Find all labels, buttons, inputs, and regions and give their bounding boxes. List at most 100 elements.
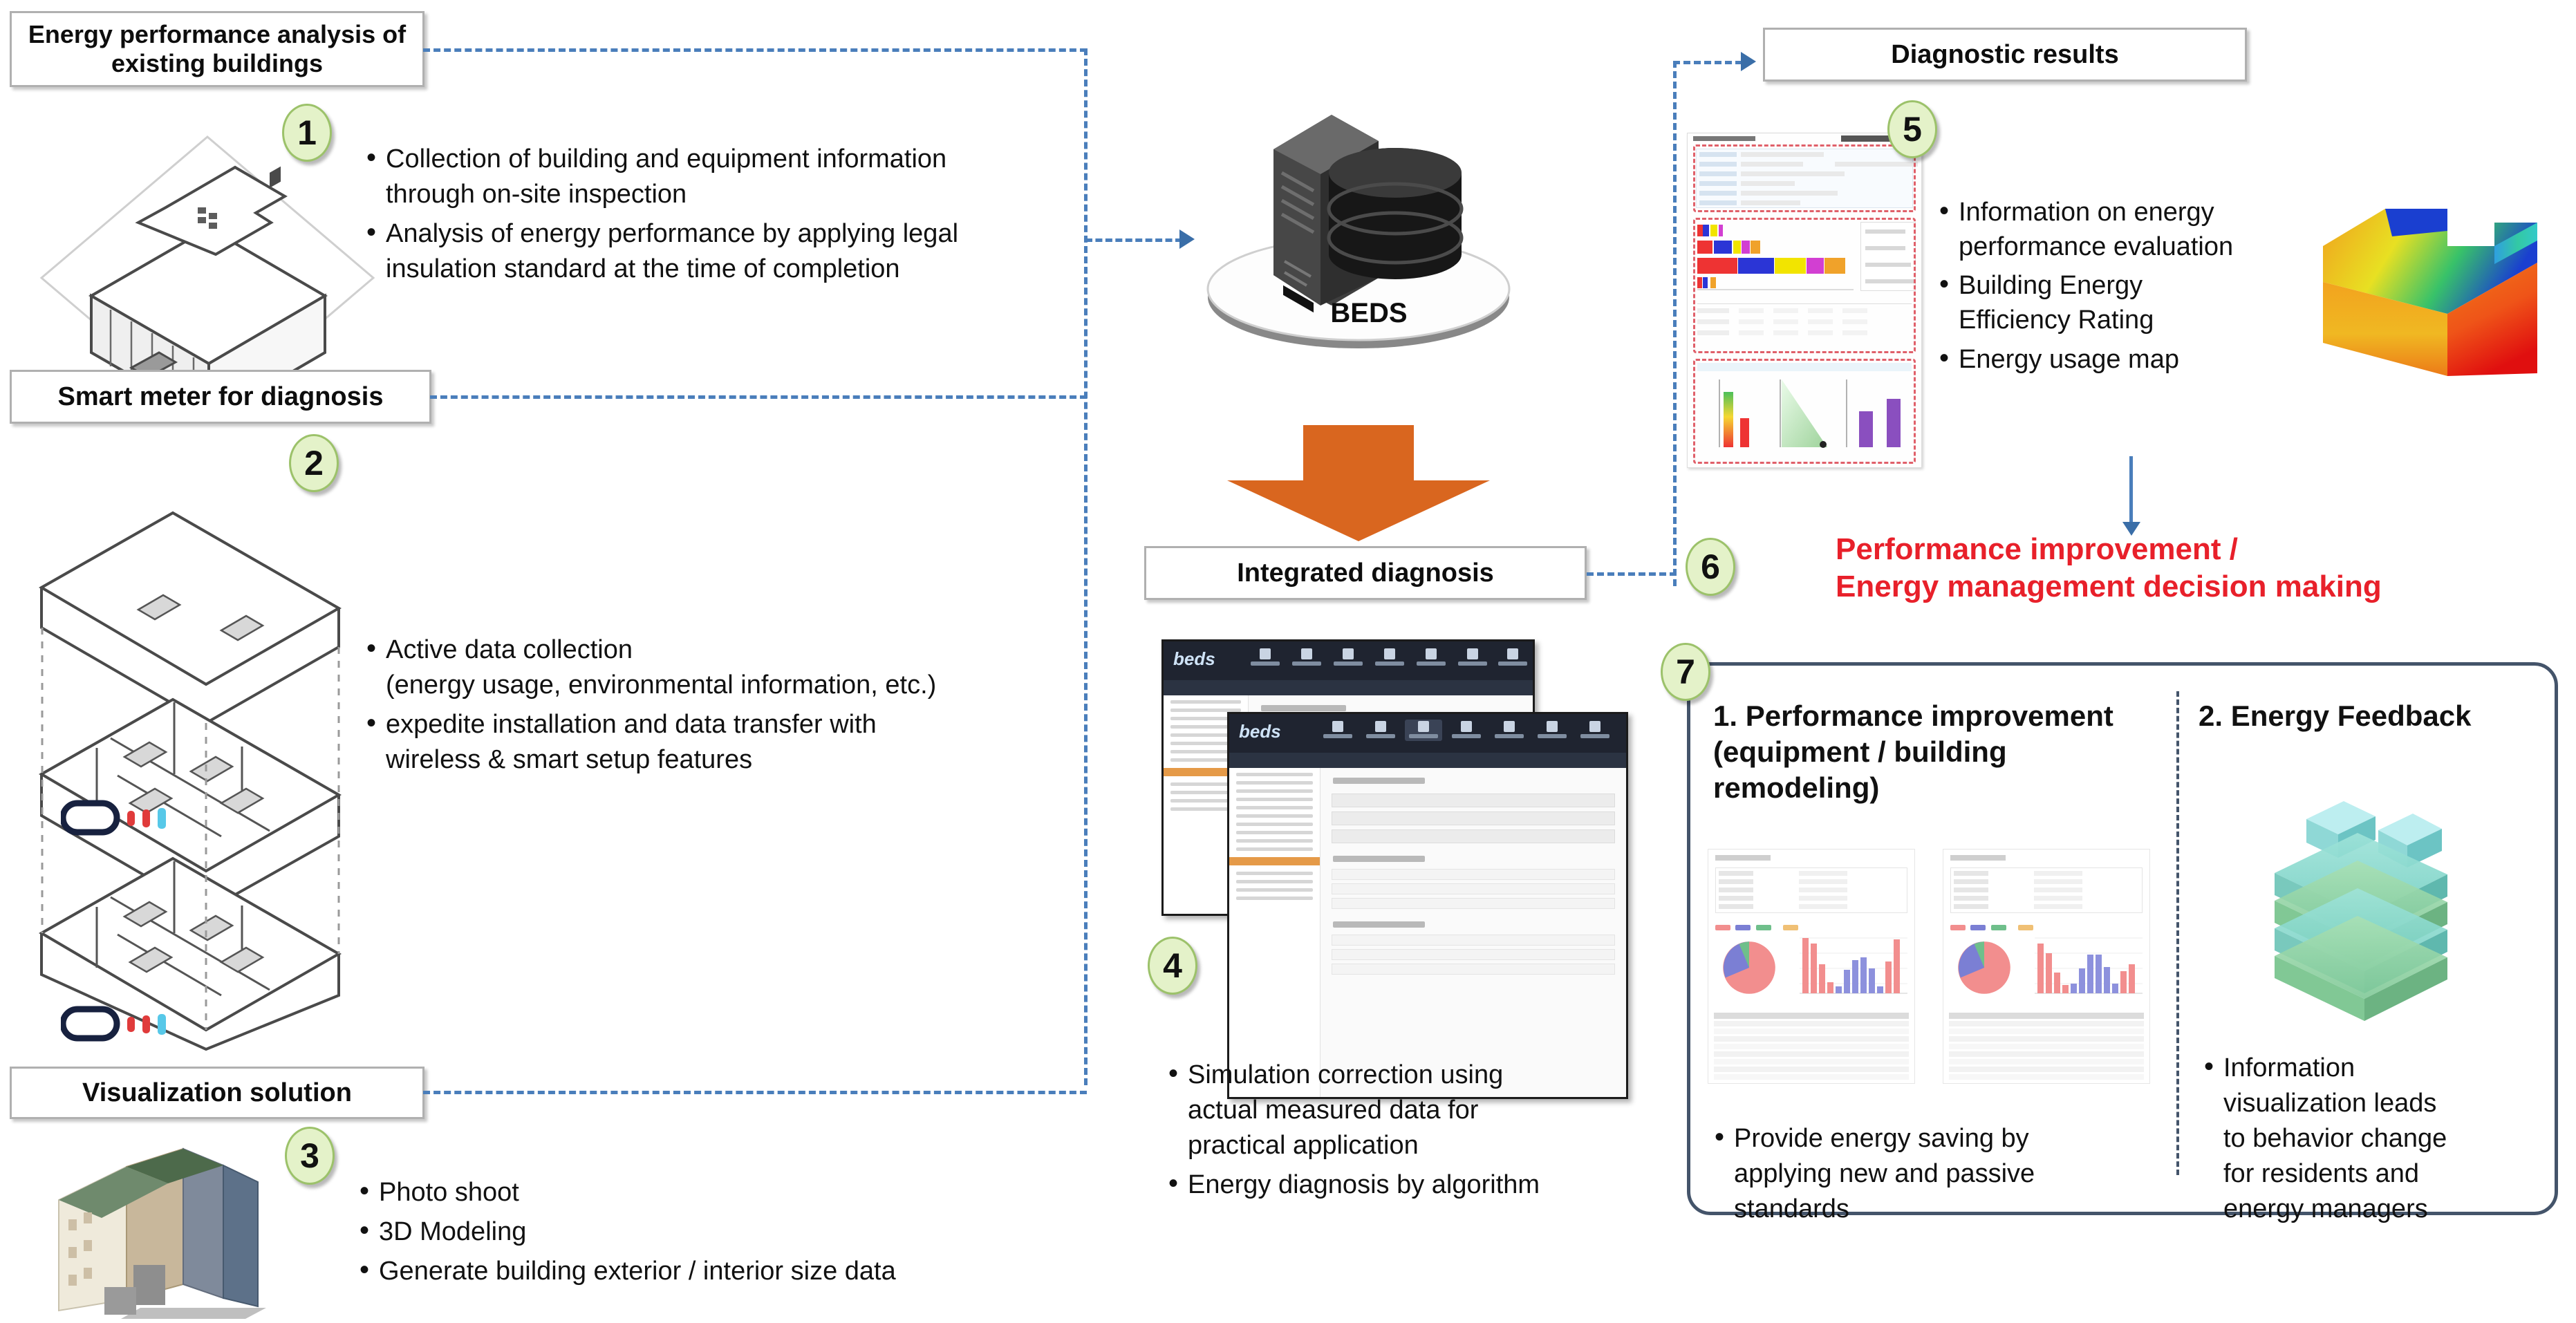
- step-number-5: 5: [1887, 100, 1937, 158]
- browser-navbar-front: beds: [1229, 714, 1626, 753]
- panel7-column-divider: [2176, 691, 2179, 1175]
- bullet-dot-icon: •: [366, 707, 377, 738]
- bullet-dot-icon: •: [360, 1214, 370, 1246]
- nav-item[interactable]: [1533, 720, 1571, 738]
- svg-text:BEDS: BEDS: [1330, 298, 1407, 328]
- section1-bullet-list: • Collection of building and equipment in…: [366, 142, 1092, 291]
- smart-meter-device-icon-lower: [61, 1006, 166, 1042]
- section3-bullet-list: • Photo shoot • 3D Modeling • Generate buil…: [360, 1175, 1092, 1293]
- box-smart-meter-for-diagnosis: Smart meter for diagnosis: [10, 370, 431, 424]
- list-item: • Simulation correction using actual meas…: [1168, 1058, 1504, 1160]
- bullet-dot-icon: •: [1715, 1122, 1725, 1152]
- bullet-dot-icon: •: [360, 1176, 370, 1206]
- report-highlight-region-1: [1693, 144, 1916, 212]
- browser-sidebar-front[interactable]: [1229, 768, 1321, 1097]
- panel7-column1-bullet-list: • Provide energy saving by applying new a…: [1715, 1121, 2157, 1231]
- dashboard-thumbnail-left[interactable]: [1708, 849, 1915, 1084]
- nav-item[interactable]: [1288, 647, 1325, 666]
- browser-subbar-front: [1229, 753, 1626, 768]
- connector-integrated-to-step6: [1587, 572, 1677, 576]
- nav-item[interactable]: [1247, 647, 1284, 666]
- list-item: • Collection of building and equipment in…: [366, 142, 947, 209]
- connector-box3-right: [423, 1091, 1087, 1094]
- step-number-2: 2: [289, 434, 339, 492]
- box-visualization-solution: Visualization solution: [10, 1067, 424, 1119]
- report-highlight-region-3: [1693, 359, 1916, 464]
- list-item: • Energy diagnosis by algorithm: [1168, 1167, 1540, 1199]
- list-item: • Information on energy performance evalu…: [1939, 196, 2234, 262]
- list-item: • 3D Modeling: [360, 1214, 527, 1246]
- box-integrated-diagnosis: Integrated diagnosis: [1144, 546, 1587, 600]
- panel7-column2-title: 2. Energy Feedback: [2199, 700, 2472, 732]
- connector-right-trunk: [1673, 61, 1677, 586]
- connector-trunk-to-diagnostic-results: [1673, 61, 1742, 64]
- dashboard-thumbnail-right[interactable]: [1943, 849, 2150, 1084]
- nav-item[interactable]: [1576, 720, 1614, 738]
- energy-usage-heatmap-3d: [2323, 209, 2537, 376]
- list-item: • Building Energy Efficiency Rating: [1939, 269, 2154, 335]
- list-item: • Energy usage map: [1939, 342, 2179, 374]
- beds-web-screenshot-front[interactable]: beds: [1227, 712, 1628, 1099]
- beds-logo-back: beds: [1173, 648, 1215, 669]
- nav-item[interactable]: [1319, 720, 1356, 738]
- step-number-6: 6: [1686, 538, 1735, 596]
- beds-server-illustration: BEDS: [1206, 115, 1511, 348]
- isometric-exploded-floorplan-illustration: [39, 511, 342, 1051]
- nav-item[interactable]: [1329, 647, 1367, 666]
- arrow-to-server-icon: [1179, 229, 1195, 249]
- dashboard-pie-chart-right: [1958, 941, 2010, 994]
- dashboard-pie-chart-left: [1723, 941, 1775, 994]
- connector-box1-right: [423, 48, 1087, 52]
- bullet-dot-icon: •: [360, 1254, 370, 1285]
- connector-trunk-to-server: [1085, 238, 1182, 242]
- arrow-to-diagnostic-results-icon: [1741, 52, 1756, 71]
- nav-item-active[interactable]: [1405, 720, 1442, 741]
- list-item: • expedite installation and data transfer…: [366, 707, 877, 774]
- orange-down-arrow-icon: [1227, 425, 1490, 541]
- nav-item[interactable]: [1362, 720, 1399, 738]
- 3d-glass-building-illustration: [2275, 801, 2447, 1021]
- list-item: • Provide energy saving by applying new a…: [1715, 1122, 2035, 1223]
- dashboard-bar-chart-left: [1800, 937, 1907, 994]
- bullet-dot-icon: •: [1939, 342, 1950, 373]
- list-item: • Information visualization leads to beha…: [2204, 1051, 2447, 1223]
- section4-bullet-list: • Simulation correction using actual meas…: [1168, 1058, 1666, 1207]
- nav-item[interactable]: [1371, 647, 1408, 666]
- dashboard-bar-chart-right: [2035, 937, 2143, 994]
- step-number-4: 4: [1148, 937, 1197, 995]
- report-highlight-region-2: [1693, 218, 1916, 353]
- list-item: • Photo shoot: [360, 1176, 519, 1207]
- box-diagnostic-results: Diagnostic results: [1763, 28, 2247, 82]
- bullet-dot-icon: •: [1168, 1058, 1179, 1089]
- bullet-dot-icon: •: [1939, 269, 1950, 300]
- step-number-1: 1: [282, 104, 332, 162]
- step-number-7: 7: [1661, 643, 1710, 701]
- 3d-rendered-building-illustration: [58, 1147, 266, 1319]
- bullet-dot-icon: •: [366, 142, 377, 173]
- step-number-3: 3: [285, 1127, 335, 1185]
- diagnostic-report-thumbnail[interactable]: [1687, 133, 1922, 468]
- decision-making-callout: Performance improvement / Energy managem…: [1836, 532, 2382, 603]
- section5-bullet-list: • Information on energy performance evalu…: [1939, 195, 2347, 381]
- browser-subbar-back: [1164, 680, 1533, 695]
- nav-item[interactable]: [1454, 647, 1491, 666]
- bullet-dot-icon: •: [366, 633, 377, 664]
- nav-item[interactable]: [1412, 647, 1450, 666]
- bullet-dot-icon: •: [1168, 1167, 1179, 1199]
- connector-results-to-decision: [2129, 456, 2133, 525]
- connector-box2-right: [430, 395, 1087, 399]
- browser-navbar-back: beds: [1164, 641, 1533, 680]
- box-energy-performance-analysis: Energy performance analysis of existing …: [10, 11, 424, 87]
- panel7-column1-title: 1. Performance improvement (equipment / …: [1713, 700, 2113, 805]
- nav-item[interactable]: [1494, 647, 1531, 666]
- list-item: • Active data collection (energy usage, e…: [366, 633, 937, 700]
- nav-item[interactable]: [1491, 720, 1528, 738]
- bullet-dot-icon: •: [366, 216, 377, 247]
- browser-content-front: [1320, 768, 1626, 1097]
- bullet-dot-icon: •: [2204, 1051, 2214, 1082]
- sidebar-active-item-front[interactable]: [1229, 857, 1320, 865]
- section2-bullet-list: • Active data collection (energy usage, e…: [366, 632, 1092, 782]
- beds-logo-front: beds: [1239, 721, 1281, 742]
- list-item: • Generate building exterior / interior s…: [360, 1254, 896, 1286]
- nav-item[interactable]: [1448, 720, 1485, 738]
